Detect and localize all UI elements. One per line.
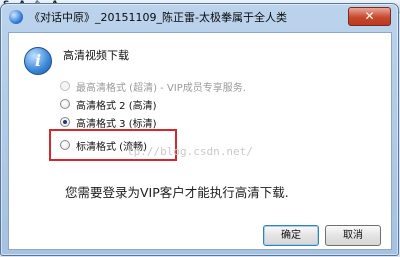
cancel-button[interactable]: 取消 bbox=[325, 225, 381, 246]
info-icon: i bbox=[24, 47, 52, 75]
dialog-heading: 高清视频下载 bbox=[63, 49, 129, 62]
option-hd-3[interactable]: 高清格式 3 (标清) bbox=[60, 115, 157, 130]
option-hd-3-label: 高清格式 3 (标清) bbox=[76, 118, 157, 130]
app-logo-icon bbox=[9, 10, 23, 24]
option-ultra-hd-label: 最高清格式 (超清) - VIP成员专享服务. bbox=[76, 82, 246, 94]
vip-message: 您需要登录为VIP客户才能执行高清下载. bbox=[65, 185, 289, 200]
radio-hd-2[interactable] bbox=[60, 99, 70, 109]
radio-ultra-hd[interactable] bbox=[60, 81, 70, 91]
dialog-content: i 高清视频下载 最高清格式 (超清) - VIP成员专享服务. 高清格式 2 … bbox=[8, 32, 392, 250]
download-dialog-window: 《对话中原》_20151109_陈正雷-太极拳属于全人类 ✕ i 高清视频下载 … bbox=[0, 3, 399, 256]
close-button[interactable]: ✕ bbox=[348, 7, 391, 26]
option-hd-2-label: 高清格式 2 (高清) bbox=[76, 100, 157, 112]
ok-button[interactable]: 确定 bbox=[263, 225, 319, 246]
watermark-text: tp://blog.csdn.net/ bbox=[127, 145, 253, 158]
window-title: 《对话中原》_20151109_陈正雷-太极拳属于全人类 bbox=[29, 11, 287, 24]
title-bar[interactable]: 《对话中原》_20151109_陈正雷-太极拳属于全人类 ✕ bbox=[1, 4, 398, 30]
radio-hd-3[interactable] bbox=[60, 117, 70, 127]
option-ultra-hd[interactable]: 最高清格式 (超清) - VIP成员专享服务. bbox=[60, 79, 246, 94]
option-hd-2[interactable]: 高清格式 2 (高清) bbox=[60, 97, 157, 112]
